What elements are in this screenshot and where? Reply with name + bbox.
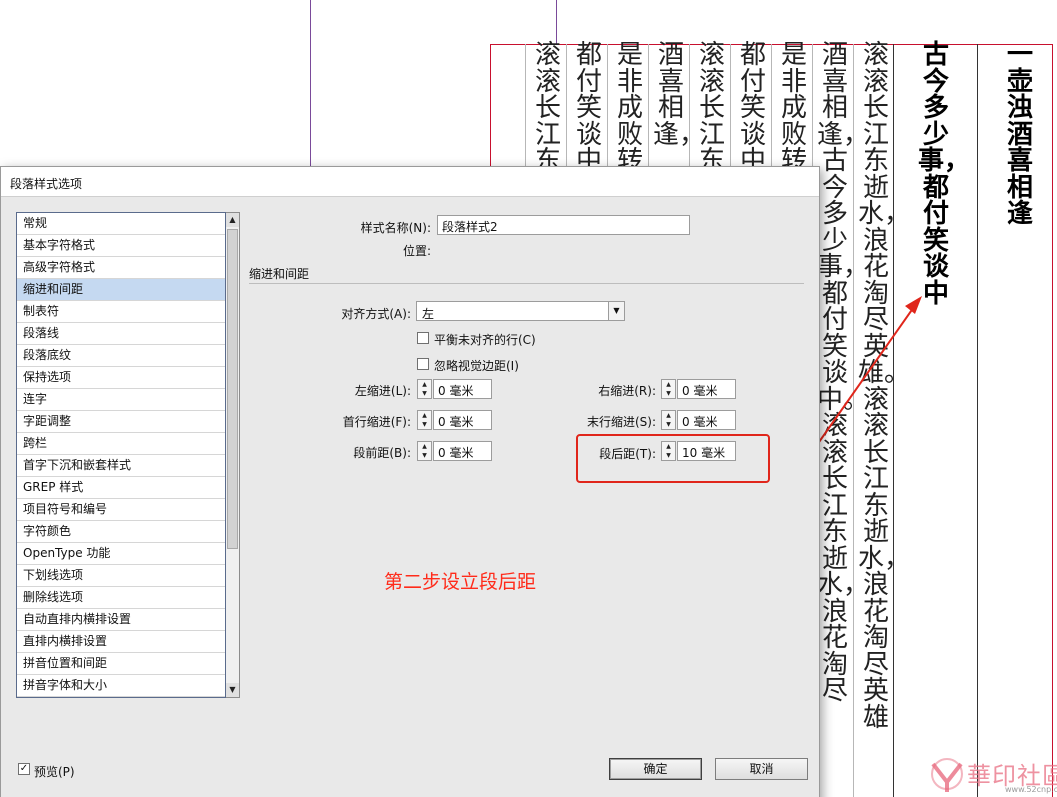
first-indent-spinner-icon[interactable]: ▲ ▼ (417, 410, 432, 430)
category-item[interactable]: 自动直排内横排设置 (17, 609, 225, 631)
section-title: 缩进和间距 (249, 267, 310, 281)
preview-checkbox[interactable]: ✓ (18, 763, 30, 775)
ok-button[interactable]: 确定 (609, 758, 702, 780)
category-item[interactable]: 项目符号和编号 (17, 499, 225, 521)
space-before-input[interactable]: 0 毫米 (433, 441, 492, 461)
category-scrollbar[interactable]: ▲ ▼ (226, 212, 240, 698)
category-item[interactable]: 首字下沉和嵌套样式 (17, 455, 225, 477)
right-indent-spinner-icon[interactable]: ▲ ▼ (661, 379, 676, 399)
category-item[interactable]: 字距调整 (17, 411, 225, 433)
category-item[interactable]: GREP 样式 (17, 477, 225, 499)
logo-icon (931, 758, 963, 792)
scroll-up-icon[interactable]: ▲ (226, 213, 239, 227)
scroll-thumb[interactable] (227, 229, 238, 549)
space-before-label: 段前距(B): (353, 446, 411, 460)
category-item[interactable]: 删除线选项 (17, 587, 225, 609)
annotation-text: 第二步设立段后距 (384, 571, 537, 593)
category-item[interactable]: 直排内横排设置 (17, 631, 225, 653)
right-indent-input[interactable]: 0 毫米 (677, 379, 736, 399)
category-item[interactable]: 段落底纹 (17, 345, 225, 367)
chevron-down-icon[interactable]: ▼ (608, 302, 624, 320)
category-item[interactable]: 下划线选项 (17, 565, 225, 587)
dialog-title: 段落样式选项 (10, 177, 83, 191)
alignment-value: 左 (422, 307, 435, 321)
style-name-label: 样式名称(N): (360, 221, 431, 235)
category-item[interactable]: 段落线 (17, 323, 225, 345)
category-item[interactable]: OpenType 功能 (17, 543, 225, 565)
style-name-input[interactable]: 段落样式2 (437, 215, 690, 235)
category-item[interactable]: 保持选项 (17, 367, 225, 389)
left-indent-input[interactable]: 0 毫米 (433, 379, 492, 399)
last-indent-label: 末行缩进(S): (586, 415, 656, 429)
space-before-spinner-icon[interactable]: ▲ ▼ (417, 441, 432, 461)
category-item[interactable]: 高级字符格式 (17, 257, 225, 279)
watermark-url: www.52cnp.com (1005, 785, 1057, 794)
first-indent-input[interactable]: 0 毫米 (433, 410, 492, 430)
last-indent-spinner-icon[interactable]: ▲ ▼ (661, 410, 676, 430)
category-item[interactable]: 缩进和间距 (17, 279, 225, 301)
category-item[interactable]: 拼音位置和间距 (17, 653, 225, 675)
category-item[interactable]: 制表符 (17, 301, 225, 323)
scroll-down-icon[interactable]: ▼ (226, 683, 239, 697)
ignore-margin-label: 忽略视觉边距(I) (434, 359, 519, 373)
category-item[interactable]: 常规 (17, 213, 225, 235)
watermark: 華印社區 www.52cnp.com (925, 756, 1057, 797)
location-label: 位置: (402, 244, 431, 258)
annotation-highlight-box (576, 434, 770, 483)
category-item[interactable]: 拼音字体和大小 (17, 675, 225, 697)
dialog-titlebar[interactable]: 段落样式选项 (1, 167, 819, 197)
category-item[interactable]: 字符颜色 (17, 521, 225, 543)
left-indent-label: 左缩进(L): (354, 384, 411, 398)
right-indent-label: 右缩进(R): (598, 384, 656, 398)
left-indent-spinner-icon[interactable]: ▲ ▼ (417, 379, 432, 399)
dialog-body: 常规 基本字符格式 高级字符格式 缩进和间距 制表符 段落线 段落底纹 保持选项 连字 字距调整跨… (1, 197, 819, 797)
category-item[interactable]: 跨栏 (17, 433, 225, 455)
last-indent-input[interactable]: 0 毫米 (677, 410, 736, 430)
section-divider (249, 283, 804, 284)
balance-checkbox[interactable] (417, 332, 429, 344)
category-list[interactable]: 常规 基本字符格式 高级字符格式 缩进和间距 制表符 段落线 段落底纹 保持选项 连字 字距调整跨… (16, 212, 226, 698)
alignment-label: 对齐方式(A): (341, 307, 411, 321)
cancel-button[interactable]: 取消 (715, 758, 808, 780)
preview-label: 预览(P) (34, 765, 75, 779)
check-icon: ✓ (19, 763, 29, 774)
first-indent-label: 首行缩进(F): (342, 415, 411, 429)
category-item[interactable]: 基本字符格式 (17, 235, 225, 257)
alignment-dropdown[interactable]: 左 ▼ (416, 301, 625, 321)
category-item[interactable]: 连字 (17, 389, 225, 411)
ignore-margin-checkbox[interactable] (417, 358, 429, 370)
balance-label: 平衡未对齐的行(C) (434, 333, 536, 347)
